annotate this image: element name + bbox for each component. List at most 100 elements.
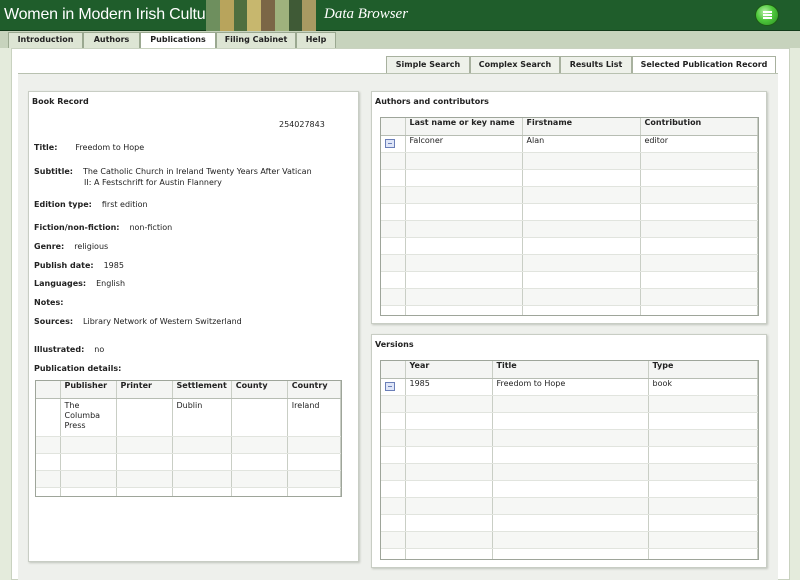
table-header	[36, 381, 61, 399]
table-row[interactable]	[381, 395, 758, 413]
publication-details-label: Publication details:	[34, 364, 122, 373]
panel-title: Book Record	[32, 97, 89, 106]
table-row[interactable]: Falconer Alan editor	[381, 135, 758, 153]
col-county[interactable]: County	[231, 381, 288, 399]
field-value: 1985	[103, 261, 124, 270]
table-cell	[231, 398, 288, 437]
field-sources: Sources: Library Network of Western Switz…	[34, 317, 242, 326]
field-label: Languages:	[34, 279, 87, 288]
table-cell: editor	[640, 135, 758, 153]
publication-details-table: Publisher Printer Settlement County Coun…	[35, 380, 342, 497]
panel-title: Authors and contributors	[375, 97, 489, 106]
col-country[interactable]: Country	[287, 381, 341, 399]
table-row[interactable]	[381, 514, 758, 532]
field-illustrated: Illustrated: no	[34, 345, 104, 354]
table-row[interactable]	[381, 254, 758, 272]
table-cell: Falconer	[405, 135, 523, 153]
col-type[interactable]: Type	[648, 361, 758, 379]
book-spine	[274, 0, 289, 31]
table-cell: book	[648, 378, 758, 396]
field-value: Library Network of Western Switzerland	[83, 317, 242, 326]
field-label: Subtitle:	[34, 167, 73, 176]
field-publish-date: Publish date: 1985	[34, 261, 124, 270]
tab-introduction[interactable]: Introduction	[8, 32, 83, 48]
record-id: 254027843	[279, 120, 325, 129]
sub-tab-bar: Simple Search Complex Search Results Lis…	[0, 56, 800, 74]
app-header: Women in Modern Irish Culture Data Brows…	[0, 0, 800, 31]
col-publisher[interactable]: Publisher	[60, 381, 117, 399]
table-row[interactable]	[381, 271, 758, 289]
table-cell	[36, 398, 61, 437]
book-spine	[288, 0, 303, 31]
book-spine	[233, 0, 248, 31]
field-value: no	[94, 345, 105, 354]
field-fiction: Fiction/non-fiction: non-fiction	[34, 223, 172, 232]
table-row[interactable]	[381, 186, 758, 204]
col-last-name[interactable]: Last name or key name	[405, 118, 523, 136]
table-row[interactable]	[381, 288, 758, 306]
field-languages: Languages: English	[34, 279, 125, 288]
field-value: The Catholic Church in Ireland Twenty Ye…	[82, 167, 312, 176]
field-value: first edition	[101, 200, 148, 209]
table-row[interactable]	[381, 531, 758, 549]
tab-filing-cabinet[interactable]: Filing Cabinet	[216, 32, 296, 48]
book-spine	[261, 0, 275, 31]
table-row[interactable]	[381, 463, 758, 481]
table-cell	[116, 398, 173, 437]
table-cell: Freedom to Hope	[492, 378, 649, 396]
menu-orb-icon[interactable]	[755, 4, 779, 26]
app-subtitle: Data Browser	[324, 6, 409, 22]
tab-publications[interactable]: Publications	[140, 32, 216, 49]
col-title[interactable]: Title	[492, 361, 649, 379]
versions-panel: Versions Year Title Type 1985 Freedom to…	[371, 334, 767, 568]
record-icon[interactable]	[385, 138, 395, 148]
field-genre: Genre: religious	[34, 242, 108, 251]
tab-complex-search[interactable]: Complex Search	[470, 56, 560, 73]
field-value: non-fiction	[129, 223, 173, 232]
publisher-line: Press	[64, 420, 86, 430]
panel-title: Versions	[375, 340, 414, 349]
table-cell: Ireland	[287, 398, 341, 437]
tab-help[interactable]: Help	[296, 32, 336, 48]
field-label: Genre:	[34, 242, 65, 251]
table-row[interactable]	[381, 237, 758, 255]
table-row[interactable]	[36, 470, 341, 488]
table-row[interactable]: The Columba Press Dublin Ireland	[36, 398, 341, 437]
col-settlement[interactable]: Settlement	[172, 381, 232, 399]
table-cell: Dublin	[172, 398, 232, 437]
table-row[interactable]	[381, 203, 758, 221]
field-title: Title: Freedom to Hope	[34, 143, 144, 152]
col-firstname[interactable]: Firstname	[522, 118, 641, 136]
publisher-line: The	[64, 400, 80, 410]
table-row[interactable]	[36, 453, 341, 471]
col-printer[interactable]: Printer	[116, 381, 173, 399]
table-row[interactable]	[381, 497, 758, 515]
field-edition-type: Edition type: first edition	[34, 200, 148, 209]
table-row[interactable]	[381, 220, 758, 238]
table-row[interactable]	[381, 548, 758, 559]
table-row[interactable]: 1985 Freedom to Hope book	[381, 378, 758, 396]
field-label: Publish date:	[34, 261, 94, 270]
col-contribution[interactable]: Contribution	[640, 118, 758, 136]
tab-simple-search[interactable]: Simple Search	[386, 56, 470, 73]
col-year[interactable]: Year	[405, 361, 493, 379]
table-header	[381, 118, 406, 136]
table-row[interactable]	[381, 412, 758, 430]
authors-panel: Authors and contributors Last name or ke…	[371, 91, 767, 324]
table-row[interactable]	[381, 305, 758, 315]
table-cell: Alan	[522, 135, 641, 153]
table-row[interactable]	[381, 169, 758, 187]
table-header	[381, 361, 406, 379]
table-row[interactable]	[381, 152, 758, 170]
field-value: religious	[74, 242, 109, 251]
table-row[interactable]	[381, 429, 758, 447]
record-icon[interactable]	[385, 381, 395, 391]
table-row[interactable]	[36, 436, 341, 454]
table-row[interactable]	[381, 480, 758, 498]
table-row[interactable]	[36, 487, 341, 496]
tab-authors[interactable]: Authors	[83, 32, 140, 48]
table-cell	[381, 378, 406, 396]
tab-results-list[interactable]: Results List	[560, 56, 632, 73]
table-row[interactable]	[381, 446, 758, 464]
tab-selected-publication-record[interactable]: Selected Publication Record	[632, 56, 776, 74]
